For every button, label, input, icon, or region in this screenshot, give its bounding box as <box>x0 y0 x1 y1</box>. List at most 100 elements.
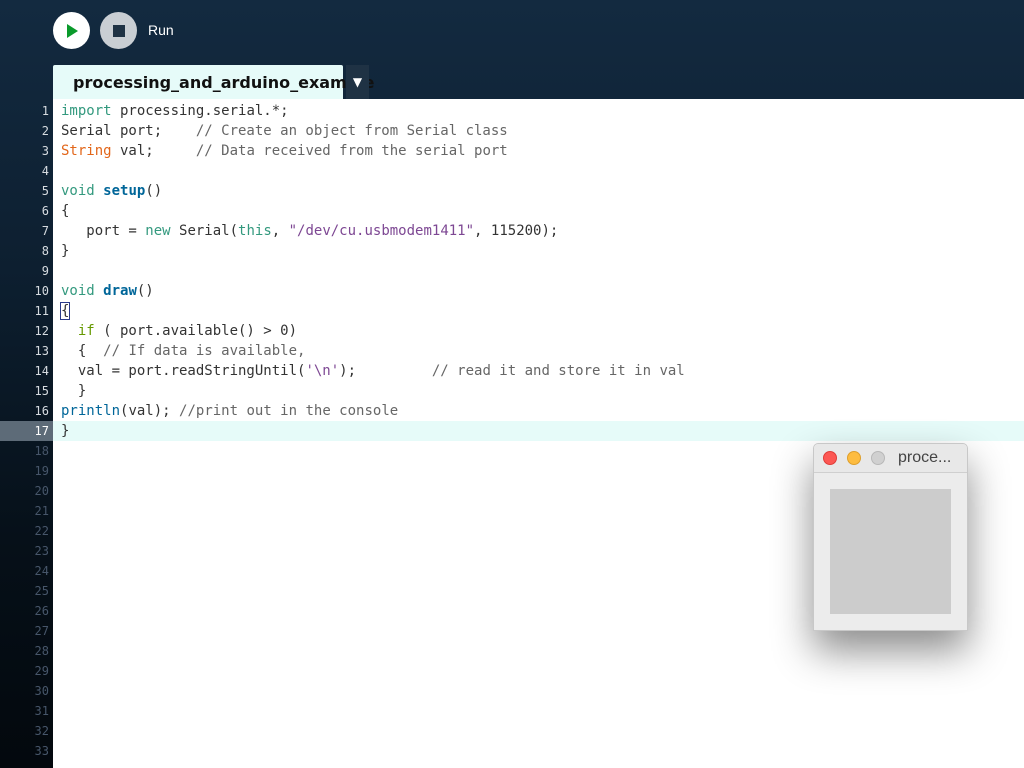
line-number: 24 <box>34 564 49 578</box>
code-line: port = new Serial(this, "/dev/cu.usbmode… <box>53 221 1024 241</box>
line-number: 2 <box>41 124 49 138</box>
code-token: draw <box>103 283 137 299</box>
line-number: 11 <box>34 304 49 318</box>
code-line: val = port.readStringUntil('\n'); // rea… <box>53 361 1024 381</box>
tab-sketch[interactable]: processing_and_arduino_example <box>53 65 375 99</box>
line-number: 12 <box>34 324 49 338</box>
code-token: (val); <box>120 403 180 419</box>
line-number: 21 <box>34 504 49 518</box>
code-token: () <box>136 283 154 299</box>
line-number-gutter: 1 2 3 4 5 6 7 8 9 10 11 12 13 14 15 16 1… <box>0 101 53 768</box>
code-token: new <box>145 223 171 239</box>
line-number: 3 <box>41 144 49 158</box>
code-token: ); <box>339 363 432 379</box>
stop-button[interactable] <box>100 12 137 49</box>
code-token: , 115200); <box>474 223 559 239</box>
line-number: 26 <box>34 604 49 618</box>
code-line: void draw() <box>53 281 1024 301</box>
line-number: 10 <box>34 284 49 298</box>
line-number: 20 <box>34 484 49 498</box>
code-token: { <box>61 343 104 359</box>
code-string: '\n' <box>305 363 340 379</box>
sketch-window-titlebar[interactable]: proce... <box>814 444 967 473</box>
code-comment: // Create an object from Serial class <box>195 123 508 139</box>
code-token: this <box>238 223 272 239</box>
line-number: 7 <box>41 224 49 238</box>
code-comment: //print out in the console <box>179 403 399 419</box>
code-line: } <box>61 243 70 259</box>
code-line: if ( port.available() > 0) <box>53 321 1024 341</box>
toolbar: Run <box>0 0 1024 62</box>
line-number: 27 <box>34 624 49 638</box>
code-token: () <box>145 183 163 199</box>
line-number: 33 <box>34 744 49 758</box>
close-window-button[interactable] <box>823 451 837 465</box>
code-token: Serial port; <box>61 123 196 139</box>
line-number: 25 <box>34 584 49 598</box>
line-number: 15 <box>34 384 49 398</box>
code-token: ( port.available() > 0) <box>94 323 298 339</box>
line-number: 6 <box>41 204 49 218</box>
code-line: { <box>61 203 70 219</box>
code-token: void <box>61 283 95 299</box>
line-number: 8 <box>41 244 49 258</box>
line-number: 4 <box>41 164 49 178</box>
code-comment: // If data is available, <box>103 343 306 359</box>
run-button[interactable] <box>53 12 90 49</box>
code-string: "/dev/cu.usbmodem1411" <box>288 223 475 239</box>
line-number: 1 <box>41 104 49 118</box>
code-token: if <box>77 323 95 339</box>
code-line: { // If data is available, <box>53 341 1024 361</box>
line-number: 31 <box>34 704 49 718</box>
minimize-window-button[interactable] <box>847 451 861 465</box>
code-token: import <box>61 103 112 119</box>
sketch-canvas[interactable] <box>830 489 951 614</box>
code-token: println <box>61 403 121 419</box>
line-number: 14 <box>34 364 49 378</box>
code-line: import processing.serial.*; <box>53 101 1024 121</box>
code-comment: // Data received from the serial port <box>195 143 508 159</box>
stop-icon <box>112 24 125 37</box>
run-label: Run <box>148 22 174 38</box>
line-number: 9 <box>41 264 49 278</box>
zoom-window-button[interactable] <box>871 451 885 465</box>
line-number: 23 <box>34 544 49 558</box>
code-token: void <box>61 183 95 199</box>
line-number: 29 <box>34 664 49 678</box>
tab-menu-button[interactable]: ▼ <box>346 65 369 99</box>
code-token: processing.serial.*; <box>111 103 289 119</box>
sketch-window[interactable]: proce... <box>813 443 968 631</box>
code-token: val; <box>111 143 196 159</box>
code-text[interactable]: import processing.serial.*; Serial port;… <box>53 101 1024 441</box>
line-number: 32 <box>34 724 49 738</box>
line-number-active: 17 <box>0 421 53 441</box>
code-token: , <box>271 223 289 239</box>
code-line: println(val); //print out in the console <box>53 401 1024 421</box>
line-number: 13 <box>34 344 49 358</box>
code-token: setup <box>103 183 146 199</box>
text-cursor-brace: { <box>59 302 71 320</box>
line-number: 5 <box>41 184 49 198</box>
code-token: Serial( <box>170 223 239 239</box>
code-line: String val; // Data received from the se… <box>53 141 1024 161</box>
code-token: val = port.readStringUntil( <box>61 363 306 379</box>
chevron-down-icon: ▼ <box>352 75 363 89</box>
line-number: 19 <box>34 464 49 478</box>
code-line: { <box>53 301 1024 321</box>
line-number: 28 <box>34 644 49 658</box>
line-number: 16 <box>34 404 49 418</box>
line-number: 22 <box>34 524 49 538</box>
play-icon <box>66 23 78 38</box>
code-token: String <box>61 143 112 159</box>
line-number: 30 <box>34 684 49 698</box>
code-comment: // read it and store it in val <box>431 363 685 379</box>
line-number: 18 <box>34 444 49 458</box>
code-token: port = <box>61 223 146 239</box>
code-line: Serial port; // Create an object from Se… <box>53 121 1024 141</box>
sketch-window-title: proce... <box>898 449 952 466</box>
